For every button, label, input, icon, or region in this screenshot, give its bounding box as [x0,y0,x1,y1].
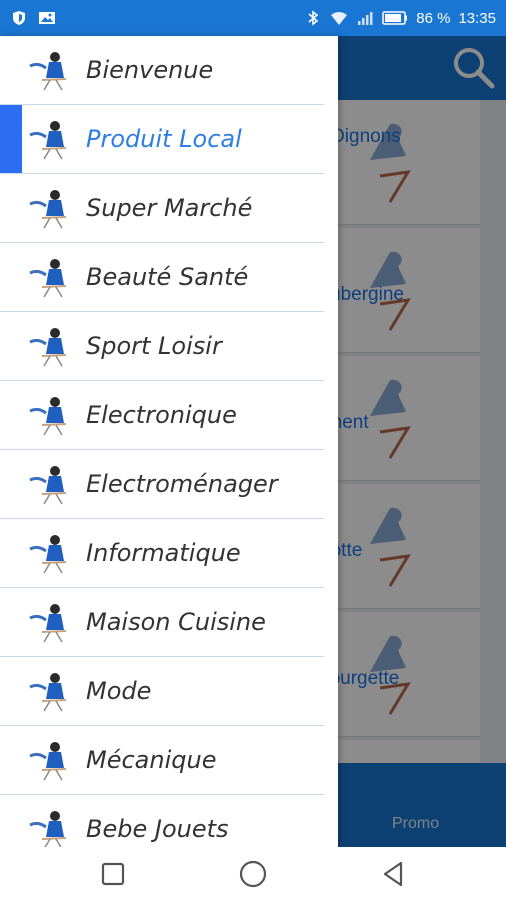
signal-icon [358,12,373,25]
active-indicator [0,795,22,847]
drawer-item-label: Beauté Santé [86,263,249,291]
model-figure-icon [29,811,67,847]
model-figure-icon [29,673,67,712]
drawer-item-label: Mode [86,677,152,705]
drawer-item[interactable]: Bienvenue [0,36,324,105]
drawer-item[interactable]: Mode [0,657,324,726]
drawer-item-label: Sport Loisir [86,332,222,360]
drawer-item[interactable]: Electroménager [0,450,324,519]
battery-icon [382,11,408,25]
drawer-item[interactable]: Produit Local [0,105,324,174]
drawer-item[interactable]: Maison Cuisine [0,588,324,657]
model-figure-icon [29,604,67,643]
recents-square-icon[interactable] [96,857,130,891]
drawer-item[interactable]: Informatique [0,519,324,588]
active-indicator [0,726,22,794]
drawer-item-label: Maison Cuisine [86,608,266,636]
drawer-menu: Bienvenue Produit Local Super Marché Beauté… [0,36,338,847]
model-figure-icon [29,535,67,574]
drawer-item-label: Electronique [86,401,237,429]
active-indicator [0,657,22,725]
model-figure-icon [29,466,67,505]
drawer-item[interactable]: Bebe Jouets [0,795,324,847]
navigation-drawer: Bienvenue Produit Local Super Marché Beauté… [0,36,338,847]
model-figure-icon [29,190,67,229]
shield-icon [13,11,25,25]
active-indicator [0,105,22,173]
drawer-item-label: Electroménager [86,470,278,498]
active-indicator [0,381,22,449]
drawer-item[interactable]: Electronique [0,381,324,450]
system-nav-bar [0,847,506,900]
active-indicator [0,36,22,104]
back-triangle-icon[interactable] [377,857,411,891]
status-bar: 86 % 13:35 [0,0,506,36]
active-indicator [0,519,22,587]
active-indicator [0,174,22,242]
model-figure-icon [29,328,67,367]
wifi-icon [331,12,348,25]
model-figure-icon [29,259,67,298]
active-indicator [0,243,22,311]
drawer-item-label: Bebe Jouets [86,815,229,843]
drawer-item-label: Mécanique [86,746,217,774]
home-circle-icon[interactable] [236,857,270,891]
drawer-item[interactable]: Beauté Santé [0,243,324,312]
battery-percent: 86 % [416,9,451,27]
image-icon [39,12,55,24]
drawer-item-label: Informatique [86,539,241,567]
drawer-item-label: Super Marché [86,194,253,222]
drawer-item[interactable]: Sport Loisir [0,312,324,381]
bluetooth-icon [308,10,319,26]
drawer-item[interactable]: Super Marché [0,174,324,243]
active-indicator [0,312,22,380]
model-figure-icon [29,121,67,160]
model-figure-icon [29,52,67,91]
model-figure-icon [29,397,67,436]
active-indicator [0,588,22,656]
model-figure-icon [29,742,67,781]
clock: 13:35 [458,9,496,27]
drawer-item[interactable]: Mécanique [0,726,324,795]
active-indicator [0,450,22,518]
drawer-item-label: Bienvenue [86,56,214,84]
drawer-item-label: Produit Local [86,125,242,153]
